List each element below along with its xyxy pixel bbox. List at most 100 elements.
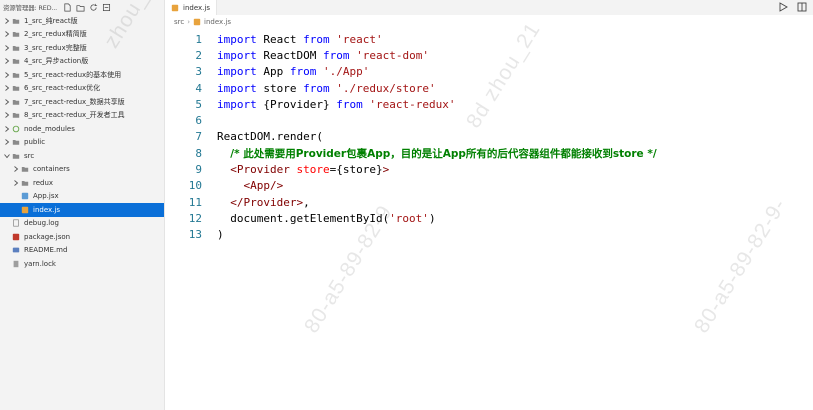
code-text: import React from 'react' [217, 33, 383, 46]
tree-item[interactable]: public [0, 136, 164, 150]
code-text: <Provider store={store}> [217, 163, 389, 176]
tree-item[interactable]: redux [0, 176, 164, 190]
folder-icon [11, 97, 20, 106]
tree-item-label: 5_src_react-redux的基本使用 [24, 70, 122, 79]
line-number: 12 [188, 211, 202, 225]
code-token: document.getElementById( [217, 211, 390, 225]
breadcrumb-separator-icon: › [187, 18, 191, 26]
breadcrumb-item-src[interactable]: src [174, 18, 184, 26]
folder-icon [20, 165, 29, 174]
tree-item[interactable]: index.js [0, 203, 164, 217]
node-modules-icon [11, 124, 20, 133]
code-line: 5 import {Provider} from 'react-redux' [165, 96, 813, 112]
breadcrumb-item-file[interactable]: index.js [204, 18, 231, 26]
run-icon[interactable] [778, 2, 788, 12]
tree-item[interactable]: debug.log [0, 217, 164, 231]
code-token: 'root' [389, 211, 429, 225]
code-token: ReactDOM.render( [217, 130, 323, 144]
code-token: from [336, 97, 363, 111]
code-token: store [296, 163, 330, 177]
tree-item[interactable]: 3_src_redux完整版 [0, 41, 164, 55]
tree-item-label: containers [33, 165, 70, 174]
line-number: 11 [188, 195, 202, 209]
line-number: 1 [195, 32, 202, 46]
code-token: ) [428, 211, 436, 225]
code-token: ) [217, 228, 224, 242]
collapse-icon[interactable] [102, 3, 111, 12]
line-number: 5 [195, 97, 202, 111]
chevron-right-icon [3, 57, 11, 65]
tree-item-label: src [24, 151, 35, 160]
folder-icon [11, 16, 20, 25]
tree-item[interactable]: 5_src_react-redux的基本使用 [0, 68, 164, 82]
code-area[interactable]: 1 import React from 'react' 2 import ReactD… [165, 31, 813, 243]
code-text: import store from './redux/store' [217, 82, 436, 95]
code-token: ={store} [329, 163, 383, 177]
tree-item-label: package.json [24, 232, 71, 241]
code-text: import App from './App' [217, 65, 369, 78]
folder-icon [20, 178, 29, 187]
tree-item[interactable]: 7_src_react-redux_数据共享版 [0, 95, 164, 109]
tree-item[interactable]: 4_src_异步action版 [0, 55, 164, 69]
chevron-right-icon [3, 71, 11, 79]
code-token: > [382, 163, 390, 177]
tree-item[interactable]: App.jsx [0, 190, 164, 204]
refresh-icon[interactable] [89, 3, 98, 12]
js-file-icon [171, 4, 179, 11]
log-file-icon [11, 219, 20, 228]
folder-icon [11, 57, 20, 66]
code-token: /* 此处需要用Provider包裹App，目的是让App所有的后代容器组件都能… [230, 147, 657, 160]
code-text: ) [217, 228, 224, 241]
tree-item-label: 6_src_react-redux优化 [24, 84, 101, 93]
tree-item[interactable]: package.json [0, 230, 164, 244]
tree-item[interactable]: README.md [0, 244, 164, 258]
tab-index-js[interactable]: index.js [165, 0, 217, 15]
chevron-right-icon [12, 165, 20, 173]
new-folder-icon[interactable] [76, 3, 85, 12]
new-file-icon[interactable] [63, 3, 72, 12]
line-number: 13 [188, 228, 202, 242]
tab-bar: index.js [165, 0, 813, 15]
code-line: 3 import App from './App' [165, 64, 813, 80]
tree-item[interactable]: 6_src_react-redux优化 [0, 82, 164, 96]
code-token: from [322, 48, 350, 62]
tree-item-label: App.jsx [33, 192, 59, 201]
split-editor-icon[interactable] [797, 2, 807, 12]
js-file-icon [193, 18, 201, 26]
code-line: 7 ReactDOM.render( [165, 129, 813, 145]
code-token: import [217, 97, 257, 111]
folder-icon [11, 43, 20, 52]
tree-item[interactable]: yarn.lock [0, 257, 164, 271]
tree-item[interactable]: 8_src_react-redux_开发者工具 [0, 109, 164, 123]
line-number: 4 [195, 81, 202, 95]
line-number: 3 [195, 65, 202, 79]
chevron-right-icon [3, 138, 11, 146]
code-token: 'react-dom' [356, 48, 429, 62]
tree-item[interactable]: 2_src_redux精简版 [0, 28, 164, 42]
tree-item-label: public [24, 138, 46, 147]
code-token: 'react' [336, 32, 383, 46]
line-number: 6 [195, 114, 202, 128]
tree-item-label: README.md [24, 246, 68, 255]
code-token: App [256, 65, 290, 79]
tree-item[interactable]: node_modules [0, 122, 164, 136]
line-number: 2 [195, 48, 202, 62]
code-text: document.getElementById('root') [217, 211, 436, 225]
tree-item[interactable]: src [0, 149, 164, 163]
tree-item-label: node_modules [24, 124, 75, 133]
explorer-header: 资源管理器: RED... [0, 0, 164, 14]
editor-pane: index.js src › index.js 1 import React fr… [165, 0, 813, 410]
jsx-file-icon [20, 192, 29, 201]
code-token: import [217, 81, 257, 95]
tree-item[interactable]: containers [0, 163, 164, 177]
code-text: import {Provider} from 'react-redux' [217, 98, 455, 111]
tree-item-label: 4_src_异步action版 [24, 57, 89, 66]
line-number: 9 [195, 163, 202, 177]
code-line: 1 import React from 'react' [165, 31, 813, 47]
tree-item[interactable]: 1_src_纯react版 [0, 14, 164, 28]
